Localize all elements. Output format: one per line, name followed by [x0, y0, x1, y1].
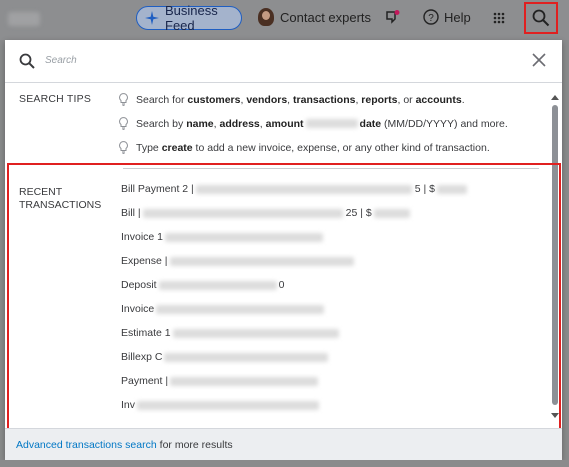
search-tip-3: Type create to add a new invoice, expens…	[119, 141, 490, 154]
tip-text: Type	[136, 141, 162, 154]
search-tip-1: Search for customers, vendors, transacti…	[119, 93, 465, 106]
apps-grid-icon[interactable]	[493, 12, 505, 24]
tip-keyword: amount	[265, 117, 304, 130]
help-button[interactable]: ? Help	[423, 9, 471, 25]
tip-text: .	[461, 93, 465, 106]
tip-text: Search by	[136, 117, 187, 130]
search-footer: Advanced transactions search for more re…	[5, 428, 562, 460]
svg-text:?: ?	[428, 13, 434, 24]
company-name-redacted	[8, 12, 40, 26]
tip-keyword: create	[161, 141, 193, 154]
tip-keyword: address	[219, 117, 260, 130]
tip-keyword: transactions	[293, 93, 356, 106]
lightbulb-icon	[119, 117, 128, 130]
search-bar: Search	[5, 40, 562, 83]
tip-text: (MM/DD/YYYY) and more.	[381, 117, 508, 130]
help-icon: ?	[423, 9, 439, 25]
contact-experts-label: Contact experts	[280, 9, 372, 25]
advanced-transactions-search-link[interactable]: Advanced transactions search	[16, 439, 157, 451]
help-label: Help	[444, 9, 471, 25]
expert-avatar	[258, 8, 274, 26]
footer-suffix: for more results	[159, 438, 233, 451]
search-icon	[19, 53, 35, 69]
sparkle-icon	[145, 11, 159, 25]
tip-keyword: customers	[187, 93, 241, 106]
search-tips-heading: SEARCH TIPS	[19, 93, 92, 105]
business-feed-label: Business Feed	[165, 3, 218, 33]
tip-keyword: accounts	[415, 93, 462, 106]
business-feed-button[interactable]: Business Feed	[136, 3, 242, 33]
tip-text: , or	[397, 93, 416, 106]
scroll-up-arrow-icon[interactable]	[551, 95, 559, 100]
tip-keyword: name	[186, 117, 214, 130]
top-navigation-bar: Business Feed Contact experts ? Help	[0, 0, 569, 40]
search-input[interactable]: Search	[45, 55, 77, 66]
tip-keyword: reports	[361, 93, 398, 106]
notifications-icon[interactable]	[384, 10, 400, 26]
redacted-text	[305, 119, 358, 129]
search-icon	[532, 9, 550, 27]
recent-transactions-highlight	[7, 163, 561, 454]
search-dialog: Search SEARCH TIPS Search for customers,…	[5, 40, 562, 460]
page-background	[0, 460, 569, 467]
lightbulb-icon	[119, 93, 128, 106]
tip-text: Search for	[136, 93, 188, 106]
tip-keyword: vendors	[246, 93, 288, 106]
tip-text: to add a new invoice, expense, or any ot…	[192, 141, 490, 154]
search-tip-2: Search by name, address, amount date (MM/…	[119, 117, 508, 130]
global-search-button[interactable]	[524, 2, 558, 34]
lightbulb-icon	[119, 141, 128, 154]
contact-experts-button[interactable]: Contact experts	[258, 8, 371, 26]
close-icon[interactable]	[532, 53, 546, 67]
tip-keyword: date	[359, 117, 382, 130]
